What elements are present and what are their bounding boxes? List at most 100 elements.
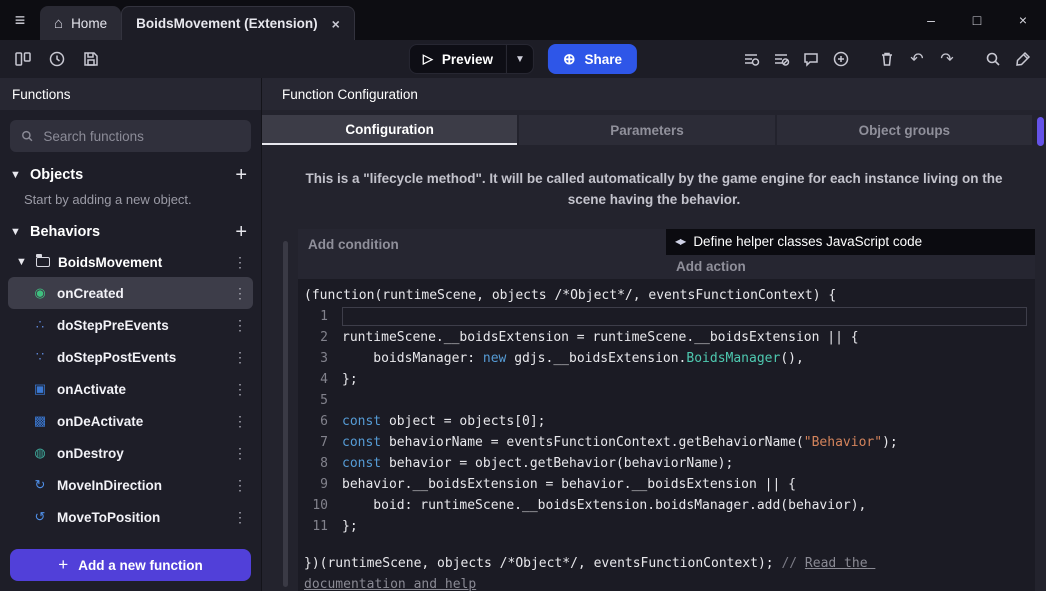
function-list: ◉onCreated⋮∴doStepPreEvents⋮∵doStepPostE…: [8, 277, 253, 533]
function-label: onDeActivate: [57, 414, 143, 429]
theme-editor-icon[interactable]: [1008, 44, 1038, 74]
add-function-button[interactable]: + Add a new function: [10, 549, 251, 581]
project-manager-icon[interactable]: [8, 44, 38, 74]
line-number: 4: [302, 369, 342, 390]
item-menu-icon[interactable]: ⋮: [233, 285, 247, 302]
objects-empty-hint: Start by adding a new object.: [0, 190, 261, 217]
tab-home[interactable]: ⌂ Home: [40, 6, 121, 40]
item-menu-icon[interactable]: ⋮: [233, 349, 247, 366]
toolbar: ▷ Preview ▼ ⊕ Share: [0, 40, 1046, 78]
line-content: const behaviorName = eventsFunctionConte…: [342, 432, 1029, 453]
item-menu-icon[interactable]: ⋮: [233, 413, 247, 430]
chevron-down-icon[interactable]: ▼: [10, 169, 22, 181]
window-minimize-button[interactable]: –: [908, 0, 954, 40]
search-functions-input[interactable]: [43, 129, 241, 144]
titlebar: ≡ ⌂ Home BoidsMovement (Extension) × – □…: [0, 0, 1046, 40]
add-action-button[interactable]: Add action: [666, 255, 1035, 279]
window-close-button[interactable]: ×: [1000, 0, 1046, 40]
tab-parameters[interactable]: Parameters: [519, 115, 774, 145]
preview-button-main[interactable]: ▷ Preview: [410, 51, 506, 67]
close-tab-icon[interactable]: ×: [332, 16, 340, 32]
comment-icon[interactable]: [796, 44, 826, 74]
share-label: Share: [585, 52, 623, 67]
sidebar-item-MoveToPosition[interactable]: ↺MoveToPosition⋮: [8, 501, 253, 533]
code-line[interactable]: 5: [302, 390, 1029, 411]
function-configuration-panel: Function Configuration Configuration Par…: [262, 78, 1046, 591]
window-maximize-button[interactable]: □: [954, 0, 1000, 40]
code-line[interactable]: 1: [302, 306, 1029, 327]
configuration-tabs: Configuration Parameters Object groups: [262, 115, 1046, 145]
destroy-icon: ◍: [32, 445, 48, 461]
behavior-folder-boidsmovement[interactable]: ▼ BoidsMovement ⋮: [8, 247, 253, 277]
code-line[interactable]: 8const behavior = object.getBehavior(beh…: [302, 453, 1029, 474]
code-brackets-icon: ◀▶: [675, 237, 685, 246]
code-footer-text: })(runtimeScene, objects /*Object*/, eve…: [304, 556, 781, 571]
preview-button[interactable]: ▷ Preview ▼: [409, 44, 534, 74]
objects-section-header[interactable]: ▼ Objects +: [0, 160, 261, 190]
folder-menu-icon[interactable]: ⋮: [233, 254, 247, 271]
line-number: 9: [302, 474, 342, 495]
sidebar-item-onActivate[interactable]: ▣onActivate⋮: [8, 373, 253, 405]
code-line[interactable]: 2runtimeScene.__boidsExtension = runtime…: [302, 327, 1029, 348]
behaviors-section-header[interactable]: ▼ Behaviors +: [0, 217, 261, 247]
code-line[interactable]: 3 boidsManager: new gdjs.__boidsExtensio…: [302, 348, 1029, 369]
share-button[interactable]: ⊕ Share: [548, 44, 637, 74]
toggle-condition-panel-icon[interactable]: [736, 44, 766, 74]
move-direction-icon: ↻: [32, 477, 48, 493]
toggle-action-panel-icon[interactable]: [766, 44, 796, 74]
code-line[interactable]: 11};: [302, 516, 1029, 537]
events-scrollbar[interactable]: [283, 241, 288, 587]
function-label: onCreated: [57, 286, 124, 301]
lifecycle-description: This is a "lifecycle method". It will be…: [262, 145, 1046, 229]
delete-icon[interactable]: [872, 44, 902, 74]
chevron-down-icon[interactable]: ▼: [16, 256, 28, 268]
panel-title: Function Configuration: [262, 78, 1046, 110]
toolbar-left-group: [8, 44, 106, 74]
main-scrollbar-thumb[interactable]: [1037, 117, 1044, 146]
search-icon[interactable]: [978, 44, 1008, 74]
tab-object-groups[interactable]: Object groups: [777, 115, 1032, 145]
functions-sidebar: Functions ▼ Objects + Start by adding a …: [0, 78, 262, 591]
line-number: 1: [302, 306, 342, 327]
item-menu-icon[interactable]: ⋮: [233, 445, 247, 462]
add-condition-button[interactable]: Add condition: [298, 229, 666, 279]
sidebar-item-onDestroy[interactable]: ◍onDestroy⋮: [8, 437, 253, 469]
undo-icon[interactable]: ↶: [902, 44, 932, 74]
add-behavior-button[interactable]: +: [235, 222, 247, 242]
js-event-title: Define helper classes JavaScript code: [693, 234, 922, 249]
move-position-icon: ↺: [32, 509, 48, 525]
preview-dropdown-icon[interactable]: ▼: [507, 54, 533, 65]
save-icon[interactable]: [76, 44, 106, 74]
folder-icon: [36, 257, 50, 267]
deactivate-icon: ▩: [32, 413, 48, 429]
search-functions-box[interactable]: [10, 120, 251, 152]
item-menu-icon[interactable]: ⋮: [233, 317, 247, 334]
tab-configuration[interactable]: Configuration: [262, 115, 517, 145]
sidebar-item-doStepPreEvents[interactable]: ∴doStepPreEvents⋮: [8, 309, 253, 341]
tab-boidsmovement-extension[interactable]: BoidsMovement (Extension) ×: [121, 6, 355, 40]
code-line[interactable]: 6const object = objects[0];: [302, 411, 1029, 432]
js-event-header[interactable]: ◀▶ Define helper classes JavaScript code: [666, 229, 1035, 255]
code-line[interactable]: 10 boid: runtimeScene.__boidsExtension.b…: [302, 495, 1029, 516]
add-event-icon[interactable]: [826, 44, 856, 74]
sidebar-item-onDeActivate[interactable]: ▩ onDeActivate ⋮: [8, 405, 253, 437]
chevron-down-icon[interactable]: ▼: [10, 226, 22, 238]
sidebar-item-doStepPostEvents[interactable]: ∵doStepPostEvents⋮: [8, 341, 253, 373]
sidebar-item-MoveInDirection[interactable]: ↻MoveInDirection⋮: [8, 469, 253, 501]
item-menu-icon[interactable]: ⋮: [233, 381, 247, 398]
behaviors-tree: ▼ BoidsMovement ⋮ ◉onCreated⋮∴doStepPreE…: [0, 247, 261, 541]
code-line[interactable]: 7const behaviorName = eventsFunctionCont…: [302, 432, 1029, 453]
line-content: const behavior = object.getBehavior(beha…: [342, 453, 1029, 474]
hamburger-menu-icon[interactable]: ≡: [0, 0, 40, 40]
item-menu-icon[interactable]: ⋮: [233, 509, 247, 526]
sidebar-item-onCreated[interactable]: ◉onCreated⋮: [8, 277, 253, 309]
redo-icon[interactable]: ↷: [932, 44, 962, 74]
code-line[interactable]: 9behavior.__boidsExtension = behavior.__…: [302, 474, 1029, 495]
item-menu-icon[interactable]: ⋮: [233, 477, 247, 494]
code-line[interactable]: 4};: [302, 369, 1029, 390]
add-object-button[interactable]: +: [235, 165, 247, 185]
history-icon[interactable]: [42, 44, 72, 74]
home-icon: ⌂: [54, 15, 63, 32]
js-code-editor[interactable]: (function(runtimeScene, objects /*Object…: [298, 279, 1035, 591]
line-content: const object = objects[0];: [342, 411, 1029, 432]
